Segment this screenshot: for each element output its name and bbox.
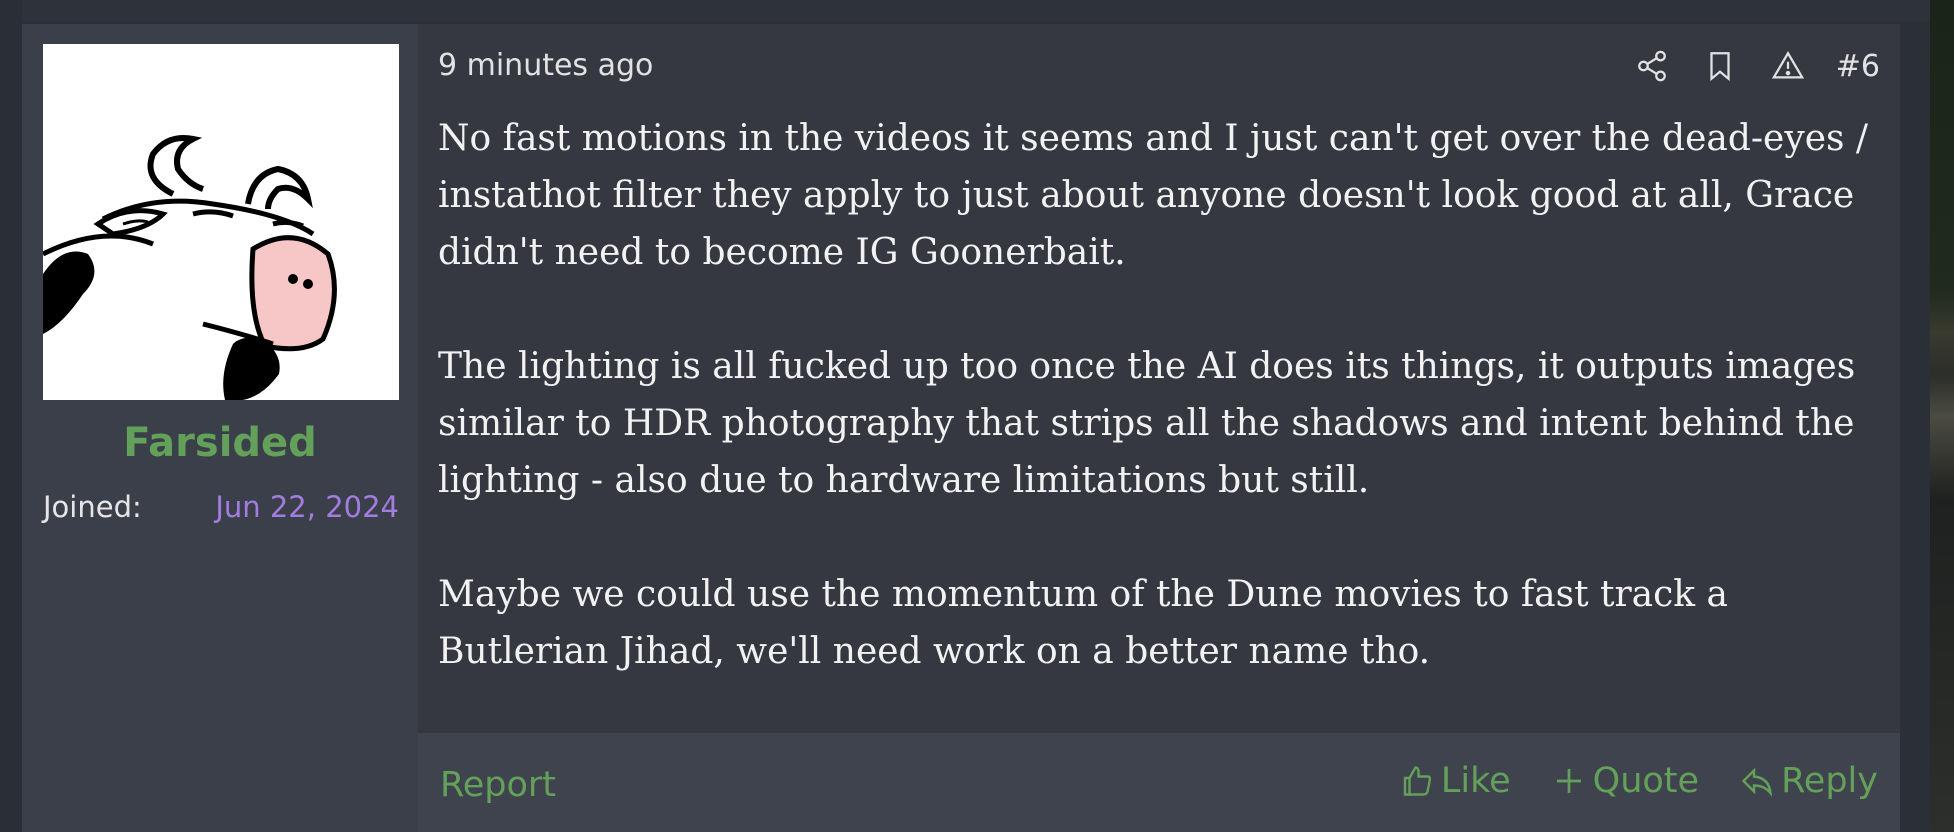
background-image-strip <box>1930 0 1954 832</box>
reply-icon <box>1741 767 1773 797</box>
joined-date: Jun 22, 2024 <box>215 490 399 524</box>
quote-button[interactable]: Quote <box>1551 761 1699 801</box>
bookmark-icon[interactable] <box>1700 46 1740 86</box>
warning-icon[interactable] <box>1768 46 1808 86</box>
report-link[interactable]: Report <box>440 765 556 805</box>
plus-icon <box>1556 769 1581 793</box>
cow-avatar-icon <box>43 44 399 400</box>
avatar[interactable] <box>43 44 399 400</box>
like-label: Like <box>1440 761 1511 801</box>
like-button[interactable]: Like <box>1399 761 1511 801</box>
reply-label: Reply <box>1781 761 1878 801</box>
username[interactable]: Farsided <box>22 420 418 466</box>
post-timestamp[interactable]: 9 minutes ago <box>438 48 653 83</box>
share-icon[interactable] <box>1632 46 1672 86</box>
post-actions: Like Quote Reply <box>1359 761 1878 801</box>
post-footer: Report Like Quote Reply <box>418 733 1900 832</box>
top-bar <box>0 0 1930 22</box>
post-author-panel: Farsided Joined: Jun 22, 2024 <box>22 24 418 832</box>
quote-label: Quote <box>1592 761 1700 801</box>
post-paragraph: Maybe we could use the momentum of the D… <box>438 574 1729 672</box>
post-meta-actions: #6 <box>1604 46 1880 86</box>
joined-label: Joined: <box>43 490 142 524</box>
post-number[interactable]: #6 <box>1836 49 1880 84</box>
thumbs-up-icon <box>1403 766 1431 796</box>
post-content: 9 minutes ago #6 No fast motions in the … <box>418 24 1900 832</box>
post-body: No fast motions in the videos it seems a… <box>438 110 1878 737</box>
forum-post: Farsided Joined: Jun 22, 2024 9 minutes … <box>22 24 1900 832</box>
post-paragraph: The lighting is all fucked up too once t… <box>438 346 1856 501</box>
post-paragraph: No fast motions in the videos it seems a… <box>438 118 1869 273</box>
left-gutter <box>0 0 22 832</box>
reply-button[interactable]: Reply <box>1739 761 1878 801</box>
